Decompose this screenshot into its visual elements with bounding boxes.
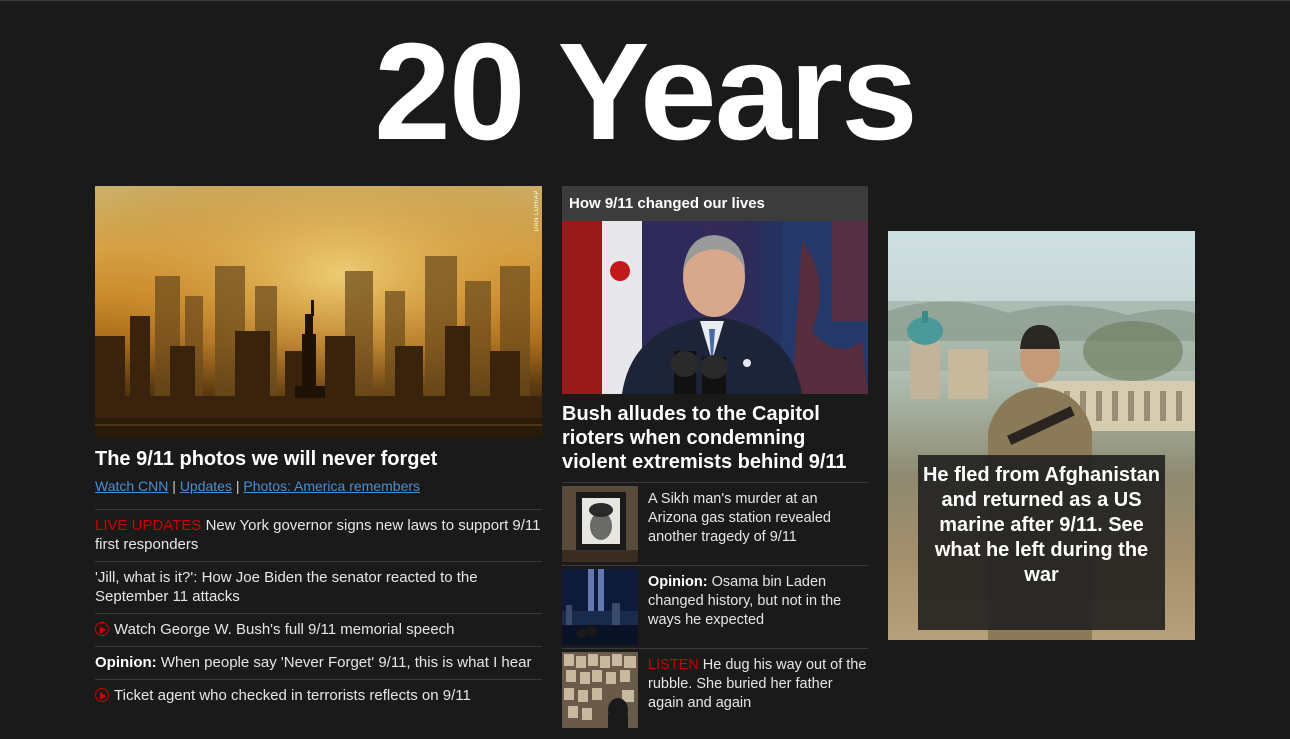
skyline-illustration bbox=[95, 186, 542, 437]
play-icon bbox=[95, 622, 109, 636]
page-title: 20 Years bbox=[374, 15, 918, 169]
marine-story-overlay[interactable]: He fled from Afghanistan and returned as… bbox=[918, 455, 1165, 630]
list-item[interactable]: Ticket agent who checked in terrorists r… bbox=[95, 680, 542, 712]
list-item-text: Opinion: Osama bin Laden changed history… bbox=[648, 569, 868, 645]
bush-speech-image[interactable] bbox=[562, 221, 868, 394]
listen-tag: LISTEN bbox=[648, 657, 699, 673]
list-item[interactable]: Watch George W. Bush's full 9/11 memoria… bbox=[95, 614, 542, 647]
top-divider bbox=[0, 0, 1290, 1]
middle-column: How 9/11 changed our lives Bush alludes … bbox=[562, 186, 868, 731]
hero-links: Watch CNN | Updates | Photos: America re… bbox=[95, 477, 542, 495]
list-item[interactable]: 'Jill, what is it?': How Joe Biden the s… bbox=[95, 562, 542, 614]
list-item-text: LISTEN He dug his way out of the rubble.… bbox=[648, 652, 868, 728]
list-item-text: Watch George W. Bush's full 9/11 memoria… bbox=[114, 621, 455, 638]
list-item[interactable]: Opinion: Osama bin Laden changed history… bbox=[562, 565, 868, 648]
link-separator: | bbox=[235, 478, 240, 494]
bush-headline[interactable]: Bush alludes to the Capitol rioters when… bbox=[562, 402, 868, 474]
opinion-tag: Opinion: bbox=[648, 574, 708, 590]
updates-link[interactable]: Updates bbox=[180, 478, 232, 494]
photo-credit: DAN LOH/AP bbox=[534, 190, 540, 232]
bush-illustration bbox=[562, 221, 868, 394]
sikh-portrait-thumbnail bbox=[562, 486, 638, 562]
story-list: LIVE UPDATES New York governor signs new… bbox=[95, 509, 542, 712]
middle-story-list: A Sikh man's murder at an Arizona gas st… bbox=[562, 482, 868, 731]
list-item-text: Ticket agent who checked in terrorists r… bbox=[114, 687, 471, 704]
right-column: He fled from Afghanistan and returned as… bbox=[888, 231, 1195, 640]
section-title[interactable]: How 9/11 changed our lives bbox=[562, 186, 868, 221]
opinion-tag: Opinion: bbox=[95, 654, 157, 671]
left-column: DAN LOH/AP The 9/11 photos we will never… bbox=[95, 186, 542, 712]
list-item-text: A Sikh man's murder at an Arizona gas st… bbox=[648, 486, 868, 562]
list-item[interactable]: A Sikh man's murder at an Arizona gas st… bbox=[562, 482, 868, 565]
link-separator: | bbox=[172, 478, 176, 494]
list-item-text: 'Jill, what is it?': How Joe Biden the s… bbox=[95, 569, 478, 605]
photo-wall-thumbnail bbox=[562, 652, 638, 728]
hero-headline[interactable]: The 9/11 photos we will never forget bbox=[95, 447, 542, 471]
list-item[interactable]: LIVE UPDATES New York governor signs new… bbox=[95, 510, 542, 562]
watch-cnn-link[interactable]: Watch CNN bbox=[95, 478, 168, 494]
marine-feature-image[interactable]: He fled from Afghanistan and returned as… bbox=[888, 231, 1195, 640]
play-icon bbox=[95, 688, 109, 702]
list-item-body: A Sikh man's murder at an Arizona gas st… bbox=[648, 491, 831, 545]
live-updates-tag: LIVE UPDATES bbox=[95, 517, 202, 534]
hero-image-nyc-skyline[interactable]: DAN LOH/AP bbox=[95, 186, 542, 437]
photos-link[interactable]: Photos: America remembers bbox=[243, 478, 420, 494]
list-item-text: When people say 'Never Forget' 9/11, thi… bbox=[156, 654, 532, 671]
list-item[interactable]: Opinion: When people say 'Never Forget' … bbox=[95, 647, 542, 680]
list-item[interactable]: LISTEN He dug his way out of the rubble.… bbox=[562, 648, 868, 731]
tribute-lights-thumbnail bbox=[562, 569, 638, 645]
